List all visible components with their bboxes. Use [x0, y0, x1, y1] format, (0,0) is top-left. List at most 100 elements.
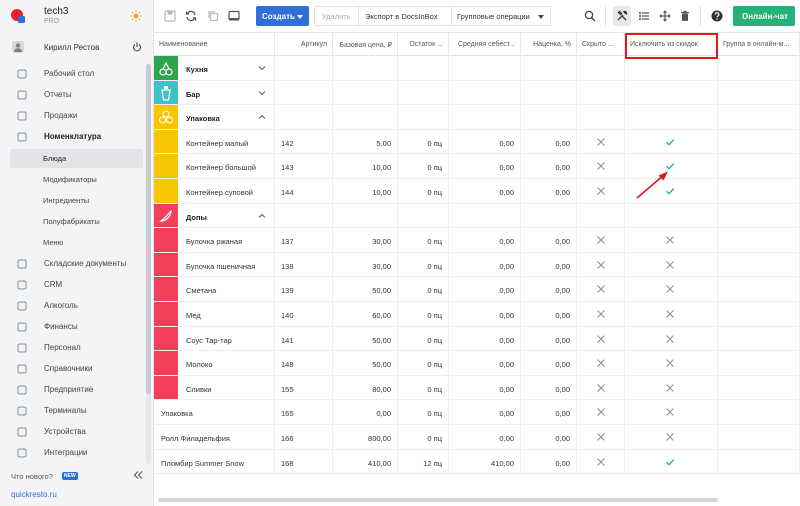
help-icon[interactable] — [711, 10, 723, 22]
sidebar-item-printer[interactable]: Устройства — [0, 422, 146, 442]
table-row[interactable]: Булочка пшеничная 138 30,00 0 пц 0,00 0,00 — [154, 252, 800, 278]
table-row[interactable]: Булочка ржаная 137 30,00 0 пц 0,00 0,00 — [154, 228, 800, 253]
column-header[interactable]: Исключить из скидок — [625, 33, 718, 56]
check-icon[interactable] — [665, 457, 675, 467]
x-icon[interactable] — [596, 383, 606, 393]
sidebar-item-book[interactable]: Справочники — [0, 359, 146, 379]
table-row[interactable]: Ролл Филадельфия 166 800,00 0 пц 0,00 0,00 — [154, 425, 800, 450]
list-view-icon[interactable] — [638, 10, 650, 22]
table-row[interactable]: Сливки 155 80,00 0 пц 0,00 0,00 — [154, 375, 800, 401]
table-row[interactable]: Контейнер суповой 144 10,00 0 пц 0,00 0,00 — [154, 179, 800, 204]
x-icon[interactable] — [665, 334, 675, 344]
chevron-up-icon[interactable] — [258, 212, 266, 220]
sidebar-item-desktop[interactable]: Рабочий стол — [0, 64, 146, 84]
table-row[interactable]: Контейнер малый 142 5,00 0 пц 0,00 0,00 — [154, 129, 800, 155]
table-horizontal-scrollbar[interactable] — [158, 498, 718, 502]
copy-icon[interactable] — [207, 10, 219, 22]
x-icon[interactable] — [596, 260, 606, 270]
column-header[interactable]: Базовая цена, ₽ — [333, 33, 398, 56]
column-header[interactable]: Наименование — [154, 33, 275, 56]
table-row[interactable]: Мед 140 60,00 0 пц 0,00 0,00 — [154, 302, 800, 327]
preview-icon[interactable] — [228, 10, 240, 22]
collapse-sidebar-icon[interactable] — [133, 470, 143, 480]
chevron-down-icon[interactable] — [258, 64, 266, 72]
x-icon[interactable] — [596, 358, 606, 368]
sidebar-subitem[interactable]: Модификаторы — [10, 170, 143, 189]
cell-sku: 138 — [281, 261, 294, 271]
whats-new-link[interactable]: Что нового? — [11, 472, 53, 481]
x-icon[interactable] — [596, 407, 606, 417]
x-icon[interactable] — [665, 309, 675, 319]
x-icon[interactable] — [596, 432, 606, 442]
sidebar-item-building[interactable]: Предприятие — [0, 380, 146, 400]
delete-button[interactable]: Удалить — [315, 7, 358, 25]
sidebar-subitem[interactable]: Блюда — [10, 149, 143, 168]
sidebar-item-chart[interactable]: Отчеты — [0, 85, 146, 105]
table-row[interactable]: Молоко 148 50,00 0 пц 0,00 0,00 — [154, 351, 800, 376]
x-icon[interactable] — [665, 407, 675, 417]
column-header[interactable]: Наценка, % — [521, 33, 577, 56]
sidebar-scrollbar-thumb[interactable] — [146, 64, 151, 394]
sidebar-item-wallet[interactable]: Финансы — [0, 317, 146, 337]
refresh-icon[interactable] — [185, 10, 197, 22]
column-header[interactable]: Скрыто ... — [577, 33, 625, 56]
table-row[interactable]: Сметана 139 50,00 0 пц 0,00 0,00 — [154, 277, 800, 302]
x-icon[interactable] — [596, 309, 606, 319]
sidebar-subitem[interactable]: Полуфабрикаты — [10, 212, 143, 231]
search-icon[interactable] — [584, 10, 596, 22]
brand[interactable]: tech3 PRO — [0, 0, 154, 34]
column-header[interactable]: Средняя себест... — [449, 33, 521, 56]
logout-power-icon[interactable] — [132, 42, 142, 52]
x-icon[interactable] — [596, 235, 606, 245]
x-icon[interactable] — [665, 260, 675, 270]
x-icon[interactable] — [596, 334, 606, 344]
sidebar-item-terminal[interactable]: Терминалы — [0, 401, 146, 421]
x-icon[interactable] — [665, 383, 675, 393]
cell-markup: 0,00 — [555, 138, 570, 148]
x-icon[interactable] — [596, 284, 606, 294]
save-icon[interactable] — [164, 10, 176, 22]
x-icon[interactable] — [596, 457, 606, 467]
sidebar-item-people[interactable]: Персонал — [0, 338, 146, 358]
create-button[interactable]: Создать — [256, 6, 309, 26]
sidebar-item-link[interactable]: Интеграции — [0, 443, 146, 463]
sidebar-item-tag[interactable]: Номенклатура — [0, 127, 146, 147]
user-profile[interactable]: Кирилл Рестов — [0, 38, 154, 58]
tools-icon[interactable] — [616, 10, 628, 22]
group-row[interactable]: Допы — [154, 203, 800, 229]
site-link[interactable]: quickresto.ru — [11, 490, 57, 499]
move-icon[interactable] — [659, 10, 671, 22]
x-icon[interactable] — [596, 186, 606, 196]
group-row[interactable]: Кухня — [154, 56, 800, 81]
column-header[interactable]: Остаток ... — [398, 33, 449, 56]
x-icon[interactable] — [665, 284, 675, 294]
column-header[interactable]: Артикул — [275, 33, 333, 56]
trash-icon[interactable] — [679, 10, 691, 22]
x-icon[interactable] — [596, 161, 606, 171]
chevron-up-icon[interactable] — [258, 113, 266, 121]
x-icon[interactable] — [665, 358, 675, 368]
group-operations-dropdown[interactable]: Групповые операции — [452, 7, 550, 25]
table-row[interactable]: Пломбир Summer Snow 168 410,00 12 пц 410,00 0… — [154, 449, 800, 475]
table-row[interactable]: Контейнер большой 143 10,00 0 пц 0,00 0,00 — [154, 154, 800, 179]
online-chat-button[interactable]: Онлайн-чат — [733, 6, 795, 26]
group-row[interactable]: Упаковка — [154, 105, 800, 130]
x-icon[interactable] — [665, 235, 675, 245]
sidebar-subitem[interactable]: Ингредиенты — [10, 191, 143, 210]
chevron-down-icon[interactable] — [258, 89, 266, 97]
sidebar-scrollbar[interactable] — [146, 64, 151, 464]
theme-toggle-icon[interactable] — [130, 10, 142, 22]
sidebar-subitem[interactable]: Меню — [10, 233, 143, 252]
column-header[interactable]: Группа в онлайн-м... — [718, 33, 800, 56]
x-icon[interactable] — [665, 432, 675, 442]
sidebar-item-crm[interactable]: CRM — [0, 275, 146, 295]
check-icon[interactable] — [665, 137, 675, 147]
group-row[interactable]: Бар — [154, 80, 800, 106]
sidebar-item-bottle[interactable]: Алкоголь — [0, 296, 146, 316]
sidebar-item-warehouse[interactable]: Складские документы — [0, 254, 146, 274]
table-row[interactable]: Упаковка 165 0,00 0 пц 0,00 0,00 — [154, 400, 800, 425]
sidebar-item-cart[interactable]: Продажи — [0, 106, 146, 126]
x-icon[interactable] — [596, 137, 606, 147]
export-docsinbox-button[interactable]: Экспорт в DocsInBox — [359, 7, 451, 25]
table-row[interactable]: Соус Тар-тар 141 50,00 0 пц 0,00 0,00 — [154, 326, 800, 352]
